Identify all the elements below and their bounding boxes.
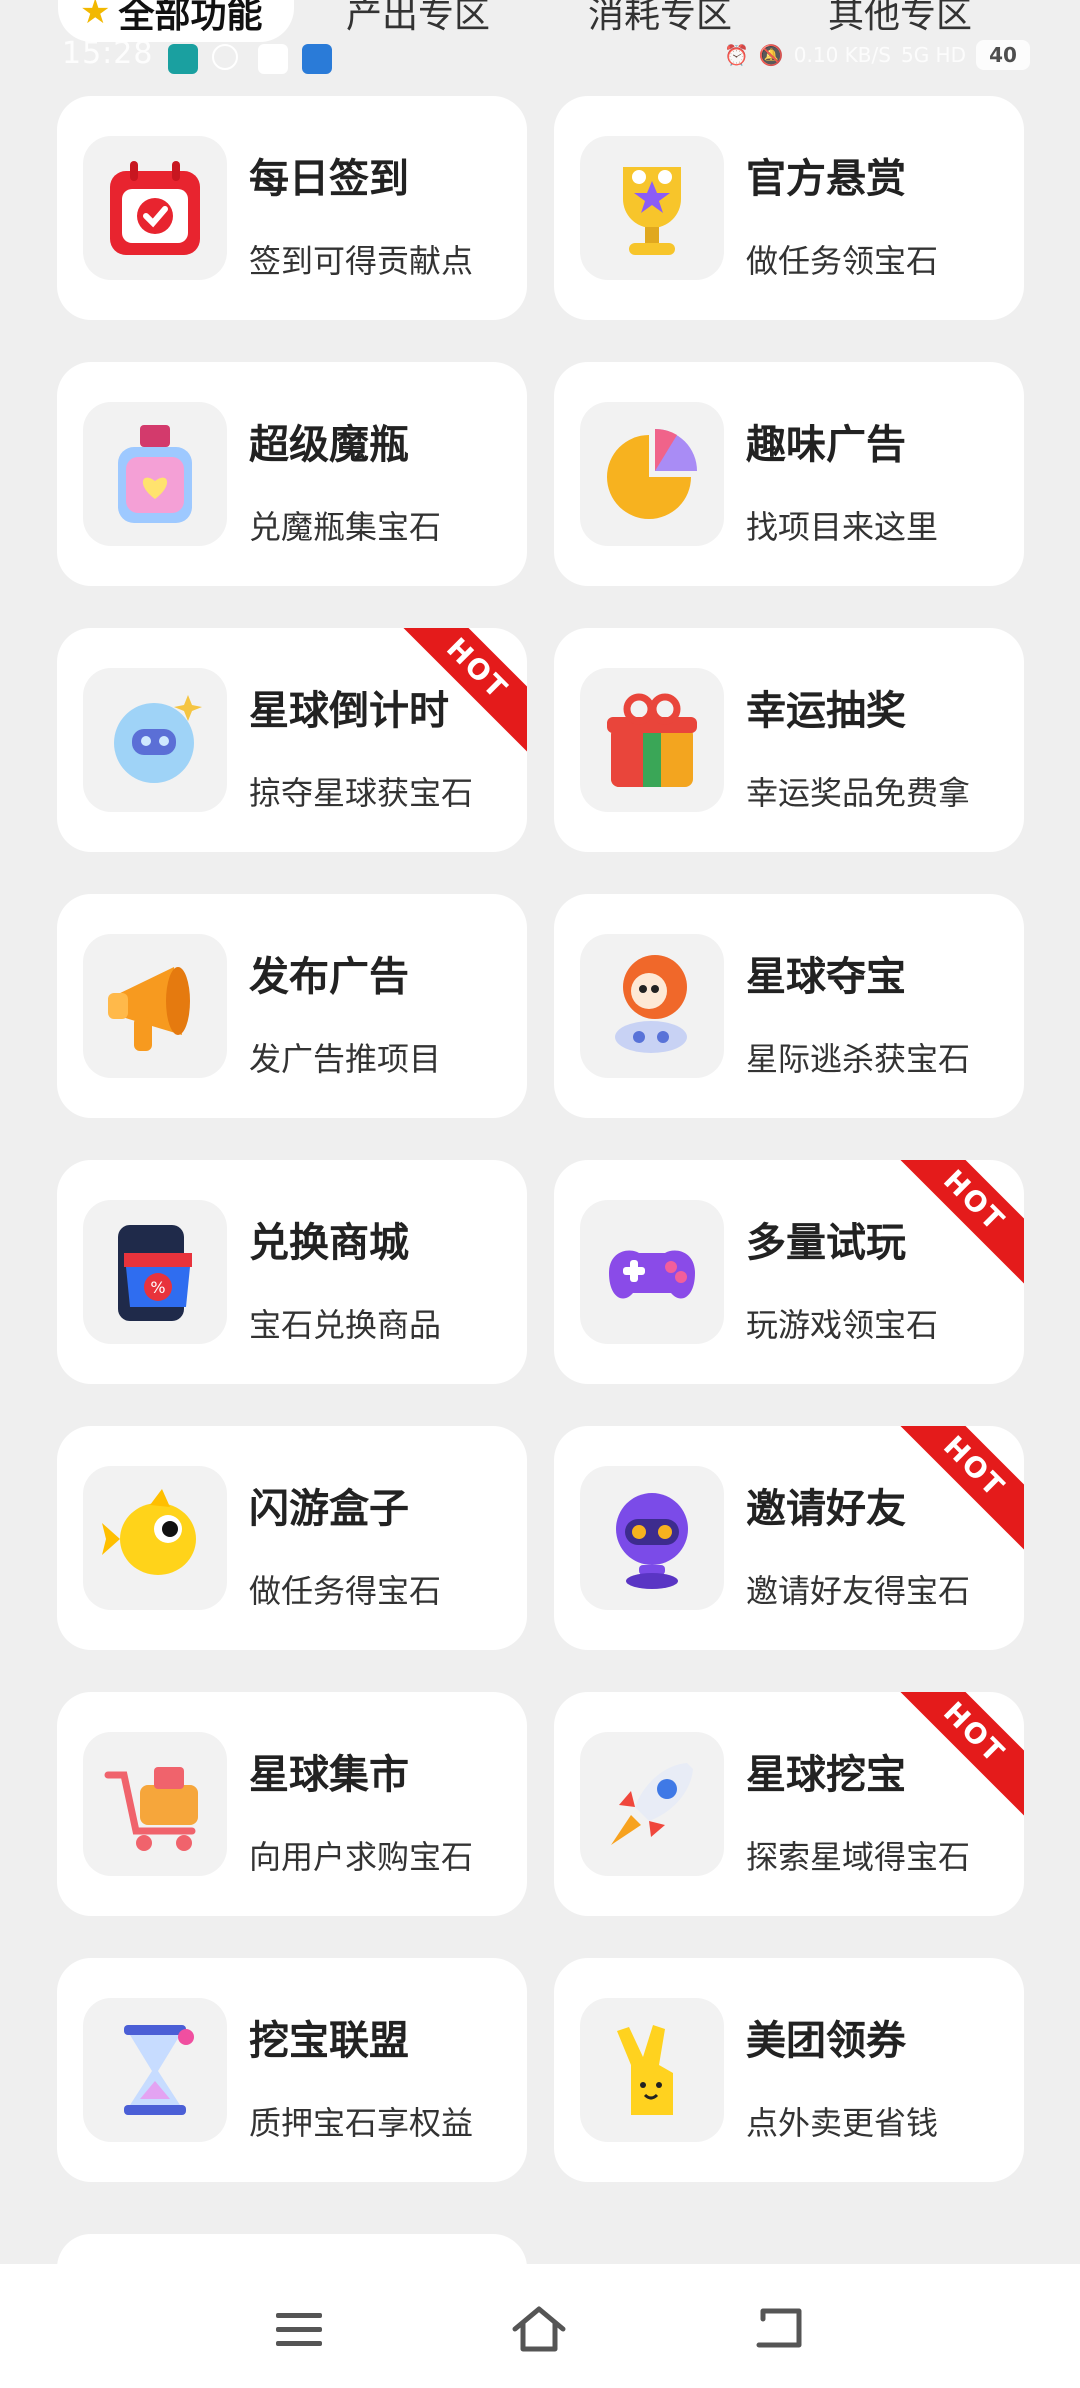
mute-icon: 🔕 (758, 43, 784, 67)
card-title: 邀请好友 (746, 1486, 906, 1532)
feature-card[interactable]: 发布广告发广告推项目 (57, 894, 527, 1118)
card-subtitle: 做任务领宝石 (746, 242, 939, 280)
hot-badge: HOT (887, 1426, 1024, 1554)
feature-card[interactable]: 美团领券点外卖更省钱 (554, 1958, 1024, 2182)
tab-label: 全部功能 (118, 0, 263, 36)
alarm-icon: ⏰ (723, 43, 749, 67)
card-subtitle: 邀请好友得宝石 (746, 1572, 971, 1610)
menu-button[interactable] (264, 2294, 334, 2364)
tab-label: 产出专区 (346, 0, 491, 36)
card-title: 每日签到 (249, 156, 409, 202)
card-title: 星球夺宝 (746, 954, 906, 1000)
astronaut-icon (580, 934, 724, 1078)
card-subtitle: 掠夺星球获宝石 (249, 774, 474, 812)
card-subtitle: 质押宝石享权益 (249, 2104, 474, 2142)
card-subtitle: 发广告推项目 (249, 1040, 442, 1078)
rocket-icon (580, 1732, 724, 1876)
network-type: 5G HD (900, 43, 966, 67)
camera-icon (212, 44, 238, 70)
feature-card[interactable]: 星球集市向用户求购宝石 (57, 1692, 527, 1916)
back-button[interactable] (744, 2294, 814, 2364)
feature-card[interactable]: 每日签到签到可得贡献点 (57, 96, 527, 320)
svg-text:%: % (150, 1278, 165, 1297)
feature-card[interactable]: 挖宝联盟质押宝石享权益 (57, 1958, 527, 2182)
system-nav-bar (0, 2264, 1080, 2388)
calendar-icon (83, 136, 227, 280)
card-title: 星球挖宝 (746, 1752, 906, 1798)
pie-icon (580, 402, 724, 546)
card-subtitle: 向用户求购宝石 (249, 1838, 474, 1876)
feature-card[interactable]: 星球挖宝探索星域得宝石 HOT (554, 1692, 1024, 1916)
feature-card[interactable]: 闪游盒子做任务得宝石 (57, 1426, 527, 1650)
hot-badge: HOT (887, 1160, 1024, 1288)
card-subtitle: 宝石兑换商品 (249, 1306, 442, 1344)
card-subtitle: 点外卖更省钱 (746, 2104, 939, 2142)
trophy-icon (580, 136, 724, 280)
home-icon (512, 2306, 566, 2352)
status-bar: 15:28 ⏰ 🔕 0.10 KB/S 5G HD 40 (0, 36, 1080, 82)
card-title: 星球集市 (249, 1752, 409, 1798)
card-subtitle: 找项目来这里 (746, 508, 939, 546)
feature-card[interactable]: 邀请好友邀请好友得宝石 HOT (554, 1426, 1024, 1650)
feature-card[interactable]: 趣味广告找项目来这里 (554, 362, 1024, 586)
menu-icon (276, 2313, 322, 2346)
battery-level: 40 (976, 40, 1030, 70)
feature-card[interactable]: % 兑换商城宝石兑换商品 (57, 1160, 527, 1384)
note-icon (258, 44, 288, 74)
card-title: 超级魔瓶 (249, 422, 409, 468)
hourglass-icon (83, 1998, 227, 2142)
cart-icon (83, 1732, 227, 1876)
card-title: 挖宝联盟 (249, 2018, 409, 2064)
feature-card[interactable]: 星球夺宝星际逃杀获宝石 (554, 894, 1024, 1118)
boss-app-icon (168, 44, 198, 74)
hot-badge: HOT (887, 1692, 1024, 1820)
megaphone-icon (83, 934, 227, 1078)
feature-card[interactable]: 幸运抽奖幸运奖品免费拿 (554, 628, 1024, 852)
card-subtitle: 兑魔瓶集宝石 (249, 508, 442, 546)
gift-icon (580, 668, 724, 812)
card-subtitle: 探索星域得宝石 (746, 1838, 971, 1876)
card-subtitle: 做任务得宝石 (249, 1572, 442, 1610)
card-title: 兑换商城 (249, 1220, 409, 1266)
feature-card[interactable]: 星球倒计时 掠夺星球获宝石 HOT (57, 628, 527, 852)
fish-icon (83, 1466, 227, 1610)
shop-icon: % (83, 1200, 227, 1344)
tab-label: 其他专区 (828, 0, 973, 36)
card-title: 闪游盒子 (249, 1486, 409, 1532)
card-subtitle: 签到可得贡献点 (249, 242, 474, 280)
feature-card[interactable]: 官方悬赏做任务领宝石 (554, 96, 1024, 320)
network-speed: 0.10 KB/S (793, 43, 891, 67)
fish-app-icon (302, 44, 332, 74)
card-title: 幸运抽奖 (746, 688, 906, 734)
bottle-icon (83, 402, 227, 546)
gamepad-icon (580, 1200, 724, 1344)
home-button[interactable] (504, 2294, 574, 2364)
card-title: 趣味广告 (746, 422, 906, 468)
feature-card[interactable]: 多量试玩玩游戏领宝石 HOT (554, 1160, 1024, 1384)
card-subtitle: 玩游戏领宝石 (746, 1306, 939, 1344)
star-icon: ★ (80, 0, 111, 32)
feature-card[interactable]: 超级魔瓶兑魔瓶集宝石 (57, 362, 527, 586)
card-title: 官方悬赏 (746, 156, 906, 202)
robot-icon (580, 1466, 724, 1610)
back-icon (756, 2308, 802, 2348)
status-right: ⏰ 🔕 0.10 KB/S 5G HD 40 (724, 40, 1030, 70)
card-title: 发布广告 (249, 954, 409, 1000)
meituan-hand-icon (580, 1998, 724, 2142)
card-title: 多量试玩 (746, 1220, 906, 1266)
planet-icon (83, 668, 227, 812)
clock: 15:28 (62, 36, 154, 71)
tab-label: 消耗专区 (588, 0, 733, 36)
card-title: 星球倒计时 (249, 688, 449, 734)
card-title: 美团领券 (746, 2018, 906, 2064)
card-subtitle: 星际逃杀获宝石 (746, 1040, 971, 1078)
card-subtitle: 幸运奖品免费拿 (746, 774, 971, 812)
